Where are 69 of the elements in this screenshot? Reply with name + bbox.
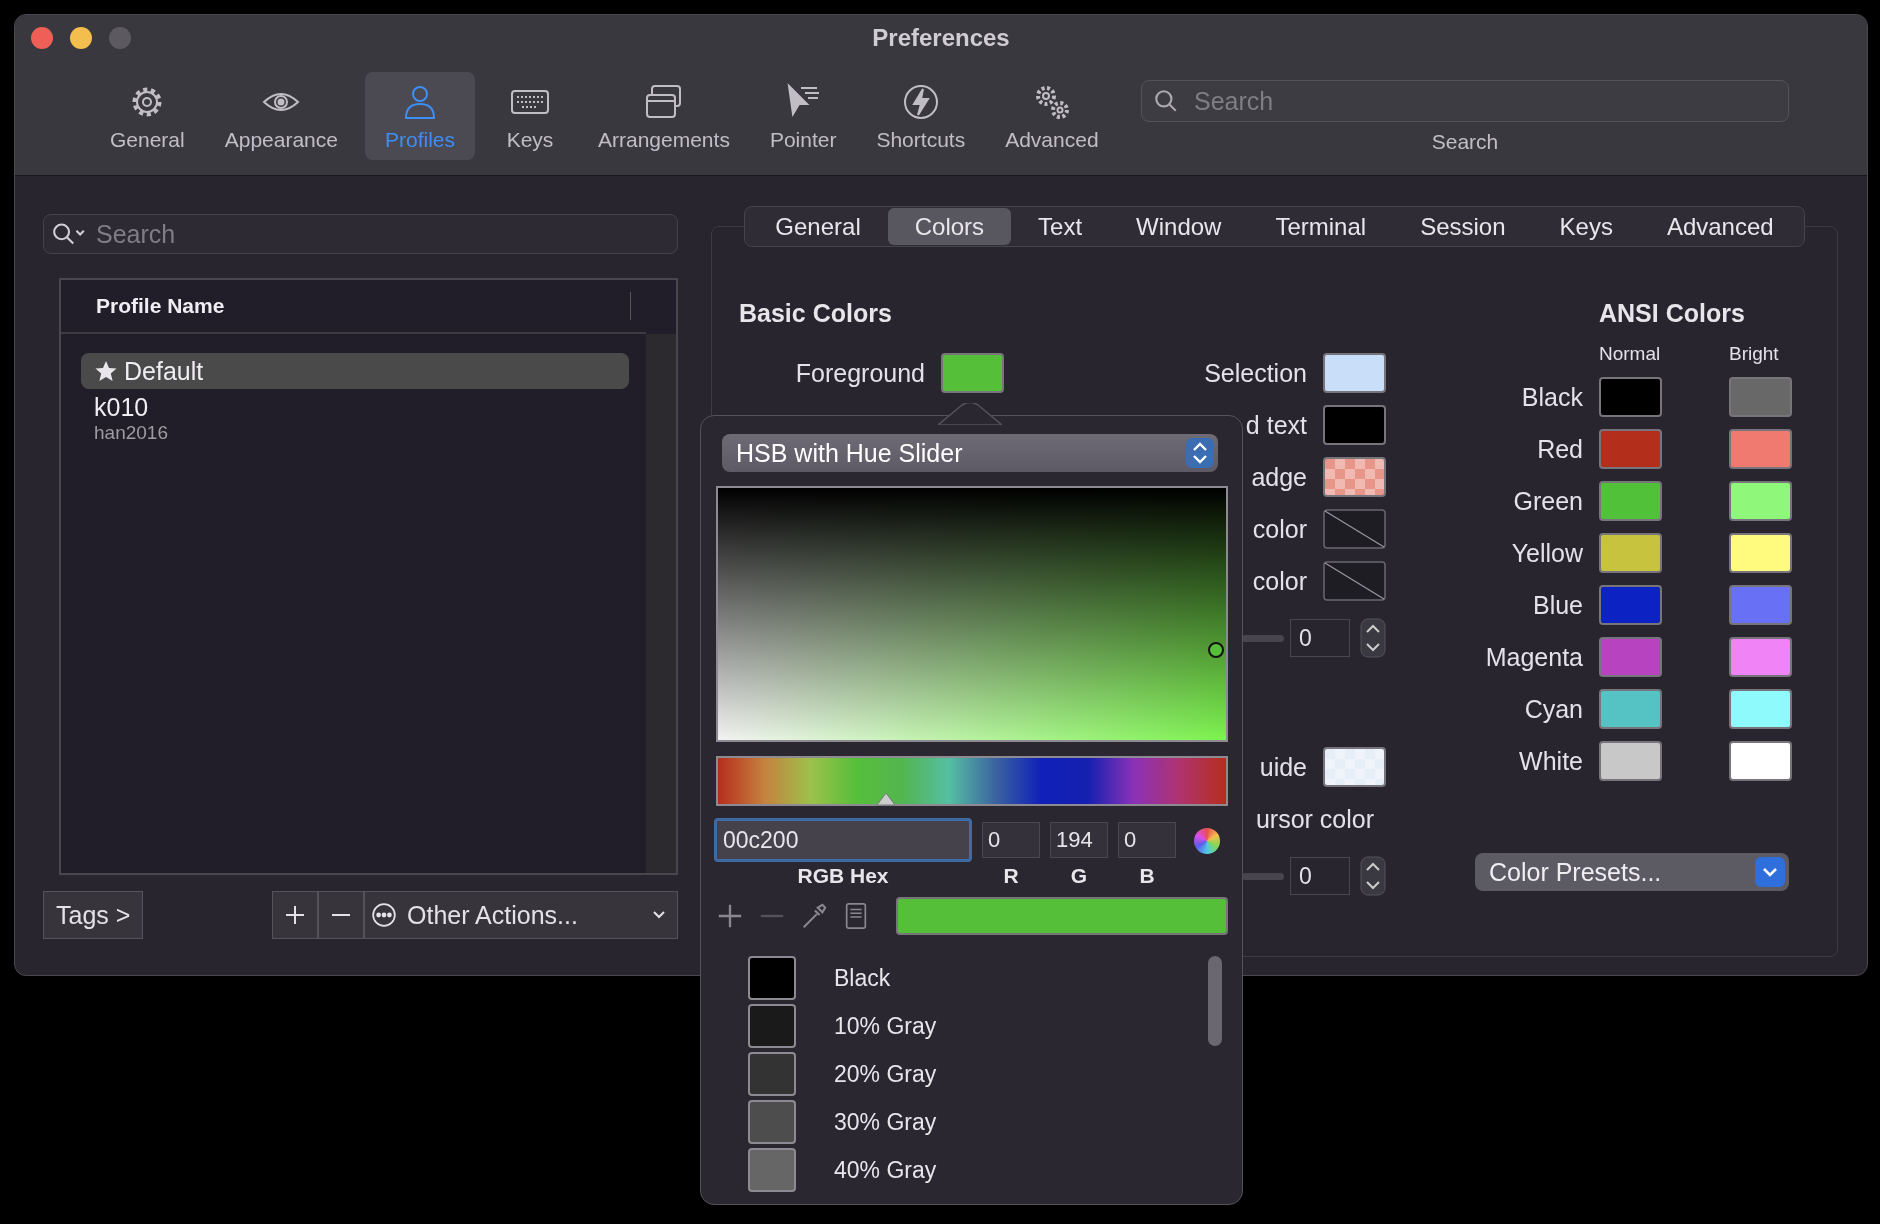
toolbar-tab[interactable]: Keys [489,72,571,160]
toolbar-tab[interactable]: Appearance [211,72,351,160]
tab[interactable]: Advanced [1639,208,1801,245]
color-label: White [1518,746,1584,776]
tab[interactable]: Session [1393,208,1533,245]
column-header: Bright [1729,343,1780,365]
color-list-item[interactable]: 40% Gray [748,1148,1208,1192]
section-heading: Basic Colors [739,299,893,329]
color-label: Magenta [1484,642,1584,672]
channel-input-field[interactable]: 194 [1050,822,1108,858]
toolbar-tab[interactable]: Pointer [756,72,850,160]
color-name: 30% Gray [834,1108,937,1136]
color-label: color [1252,514,1307,544]
color-label: Black [1520,382,1584,412]
color-list-item[interactable]: 20% Gray [748,1052,1208,1096]
color-label: adge [1251,462,1307,492]
color-label: Blue [1531,590,1584,620]
color-list-item[interactable]: Black [748,956,1208,1000]
tab[interactable]: Keys [1532,208,1640,245]
color-label: Selection [1204,358,1307,388]
color-name: 20% Gray [834,1060,937,1088]
profile-row[interactable]: Default [81,353,629,389]
toolbar-tab[interactable]: Arrangements [585,72,743,160]
search-field[interactable]: Search [1141,80,1789,122]
color-label: Green [1512,486,1584,516]
toolbar-tab[interactable]: General [97,72,198,160]
window-title: Preferences [872,24,1010,52]
channel-input-field[interactable]: 0 [1118,822,1176,858]
color-label: Yellow [1510,538,1584,568]
field-label: B [1139,864,1155,888]
field-label: G [1070,864,1088,888]
color-label: Foreground [795,358,925,388]
color-name: 40% Gray [834,1156,937,1184]
field-label: R [1003,864,1019,888]
section-heading: ANSI Colors [1598,299,1746,329]
profile-name: k010 [94,393,149,422]
color-label: Red [1536,434,1584,464]
column-header: Normal [1599,343,1662,365]
tab[interactable]: General [748,208,888,245]
other-actions-dropdown[interactable]: Other Actions... [364,891,678,939]
color-presets-dropdown[interactable]: Color Presets... [1475,853,1789,891]
toolbar-tab[interactable]: Advanced [992,72,1112,160]
color-list-item[interactable]: 10% Gray [748,1004,1208,1048]
color-label: ursor color [1255,804,1374,834]
tab[interactable]: Colors [887,208,1012,245]
color-name: Black [834,964,891,992]
tab[interactable]: Text [1011,208,1110,245]
color-label: color [1252,566,1307,596]
color-label: Cyan [1523,694,1584,724]
color-label: d text [1245,410,1307,440]
color-name: 10% Gray [834,1012,937,1040]
profile-row[interactable]: k010 han2016 [81,389,629,444]
tab[interactable]: Window [1109,208,1249,245]
field-label: RGB Hex [797,864,889,888]
profile-name: Default [124,356,204,386]
column-header[interactable]: Profile Name [96,294,225,318]
color-mode-dropdown[interactable]: HSB with Hue Slider [722,434,1218,472]
channel-input-field[interactable]: 0 [982,822,1040,858]
number-field[interactable]: 0 [1290,857,1350,895]
profile-search-field[interactable]: Search [43,214,678,254]
tags-button[interactable]: Tags > [43,891,144,939]
tab[interactable]: Terminal [1248,208,1394,245]
color-list-item[interactable]: 30% Gray [748,1100,1208,1144]
search-label: Search [1431,130,1499,154]
profile-tags: han2016 [94,422,616,444]
toolbar-tab[interactable]: Shortcuts [863,72,979,160]
color-label: uide [1259,752,1307,782]
number-field[interactable]: 0 [1290,619,1350,657]
hex-input-field[interactable]: 00c200 [714,818,972,862]
